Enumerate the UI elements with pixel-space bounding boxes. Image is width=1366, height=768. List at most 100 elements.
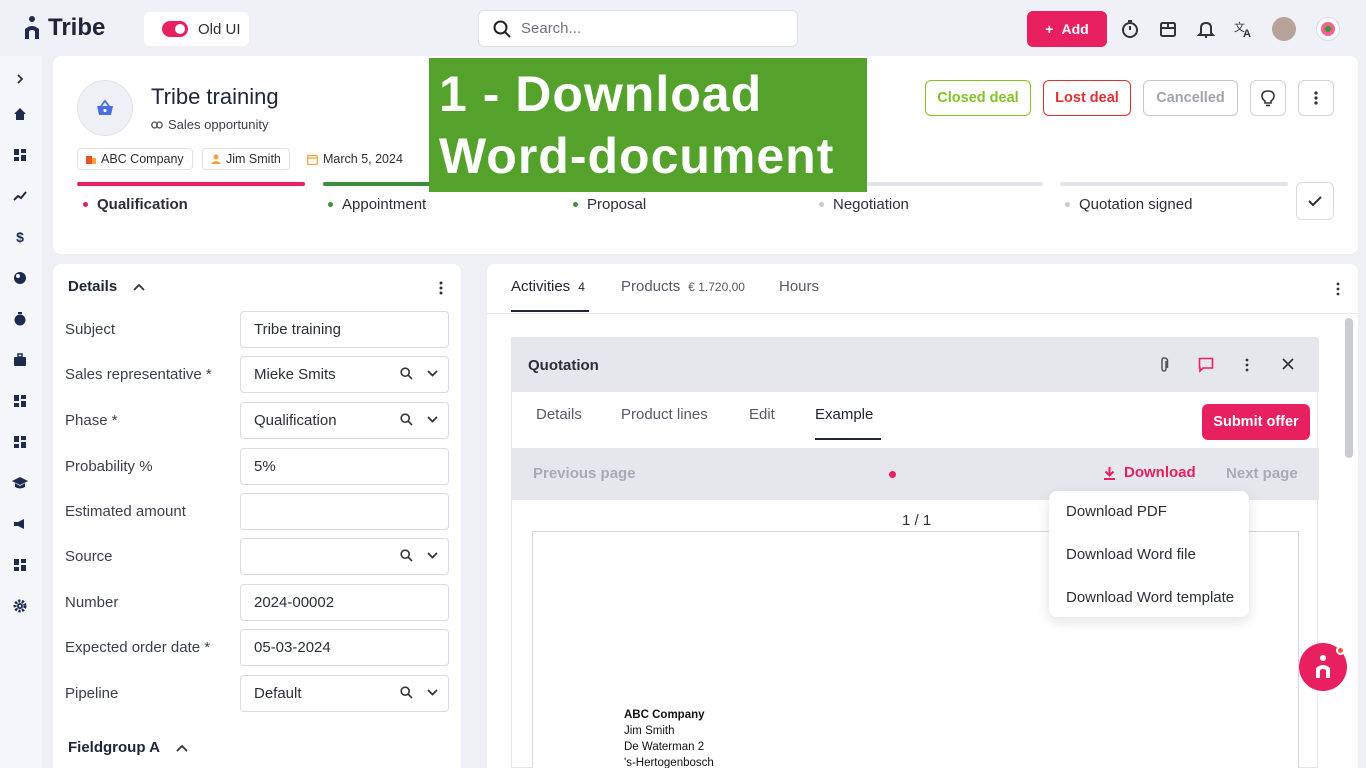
next-page-button[interactable]: Next page [1226,465,1298,482]
close-icon[interactable] [1282,358,1294,370]
stage-quotation-signed[interactable]: Quotation signed [1065,196,1192,213]
paperclip-icon[interactable] [1159,357,1169,373]
scrollbar[interactable] [1345,318,1353,458]
quote-tab-example[interactable]: Example [815,406,873,423]
add-label: Add [1061,21,1089,37]
cancelled-button[interactable]: Cancelled [1143,80,1238,116]
lost-deal-button[interactable]: Lost deal [1043,80,1131,116]
toggle-switch[interactable] [162,21,188,37]
more-vertical-icon[interactable] [1336,282,1340,296]
tribe-logo[interactable]: Tribe [22,14,105,42]
submit-offer-button[interactable]: Submit offer [1202,404,1310,440]
expected-order-date-field[interactable]: 05-03-2024 [240,629,449,666]
download-menu: Download PDF Download Word file Download… [1049,491,1249,617]
quotation-title: Quotation [528,357,599,374]
download-pdf-option[interactable]: Download PDF [1066,503,1167,520]
stage-proposal[interactable]: Proposal [573,196,646,213]
more-vertical-icon[interactable] [1245,358,1249,372]
field-label-expected-order-date: Expected order date * [65,639,211,656]
megaphone-icon[interactable] [11,515,29,533]
chevron-up-icon[interactable] [176,744,188,752]
chevron-up-icon[interactable] [133,283,145,291]
quote-tab-details[interactable]: Details [536,406,582,423]
quote-tab-edit[interactable]: Edit [749,406,775,423]
stage-appointment[interactable]: Appointment [328,196,426,213]
contact-name: Jim Smith [226,152,281,166]
trending-icon[interactable] [11,187,29,205]
sales-rep-field[interactable]: Mieke Smits [240,356,449,393]
search-icon[interactable] [400,413,413,426]
translate-icon[interactable]: 文A [1233,18,1255,40]
chevron-down-icon[interactable] [427,416,438,423]
active-tab-underline [511,310,589,312]
closed-deal-button[interactable]: Closed deal [925,80,1031,116]
number-field[interactable]: 2024-00002 [240,584,449,621]
pipeline-field[interactable]: Default [240,675,449,712]
timer-icon[interactable] [1119,18,1141,40]
lightbulb-button[interactable] [1250,80,1286,116]
subject-field[interactable]: Tribe training [240,311,449,348]
contact-chip[interactable]: Jim Smith [202,148,290,170]
grid-icon[interactable] [11,433,29,451]
download-word-file-option[interactable]: Download Word file [1066,546,1196,563]
download-icon [1104,466,1115,480]
details-title: Details [68,278,118,295]
company-chip[interactable]: ABC Company [77,148,193,170]
grid-icon[interactable] [11,556,29,574]
grid-icon[interactable] [11,392,29,410]
more-vertical-icon [1314,91,1318,105]
tab-activities[interactable]: Activities 4 [511,278,585,295]
bell-icon[interactable] [1195,18,1217,40]
previous-page-button[interactable]: Previous page [533,465,636,482]
dashboard-icon[interactable] [11,146,29,164]
tab-products[interactable]: Products € 1.720,00 [621,278,745,295]
probability-field[interactable]: 5% [240,448,449,485]
details-header[interactable]: Details [68,278,145,295]
company-name: ABC Company [101,152,184,166]
fieldgroup-header[interactable]: Fieldgroup A [68,739,188,756]
estimated-amount-field[interactable] [240,493,449,530]
dollar-icon[interactable]: $ [11,228,29,246]
search-icon[interactable] [400,549,413,562]
basket-icon [77,80,133,136]
stage-bar-qualification[interactable] [77,182,305,186]
briefcase-icon[interactable] [11,351,29,369]
graduation-cap-icon[interactable] [11,474,29,492]
user-avatar[interactable] [1272,17,1296,41]
stage-bar-quotation-signed[interactable] [1060,182,1288,186]
old-ui-toggle[interactable]: Old UI [144,12,249,46]
company-avatar[interactable] [1316,17,1340,41]
stage-qualification[interactable]: Qualification [83,196,188,213]
download-word-template-option[interactable]: Download Word template [1066,589,1234,606]
search-icon[interactable] [400,367,413,380]
chevron-down-icon[interactable] [427,370,438,377]
sidebar: $ [0,56,42,768]
store-icon[interactable] [1157,18,1179,40]
quote-tab-product-lines[interactable]: Product lines [621,406,708,423]
stopwatch-icon[interactable] [11,310,29,328]
chevron-down-icon[interactable] [427,689,438,696]
gear-icon[interactable] [11,597,29,615]
globe-icon[interactable] [11,269,29,287]
tab-hours[interactable]: Hours [779,278,819,295]
complete-stage-button[interactable] [1296,182,1334,220]
search-bar[interactable] [478,10,798,47]
source-field[interactable] [240,538,449,575]
home-icon[interactable] [11,105,29,123]
search-icon[interactable] [400,686,413,699]
more-vertical-icon[interactable] [439,281,443,295]
date-chip[interactable]: March 5, 2024 [299,148,411,170]
add-button[interactable]: + Add [1027,11,1107,47]
more-options-button[interactable] [1298,80,1334,116]
expand-chevron-icon[interactable] [11,70,29,88]
help-fab[interactable] [1299,643,1347,691]
logo-text: Tribe [48,14,106,41]
chevron-down-icon[interactable] [427,552,438,559]
download-button[interactable]: Download [1103,464,1196,481]
phase-field[interactable]: Qualification [240,402,449,439]
stage-negotiation[interactable]: Negotiation [819,196,909,213]
search-input[interactable] [521,20,771,37]
address-contact: Jim Smith [624,725,675,737]
deal-type: Sales opportunity [168,117,269,132]
comment-icon[interactable] [1198,357,1214,373]
